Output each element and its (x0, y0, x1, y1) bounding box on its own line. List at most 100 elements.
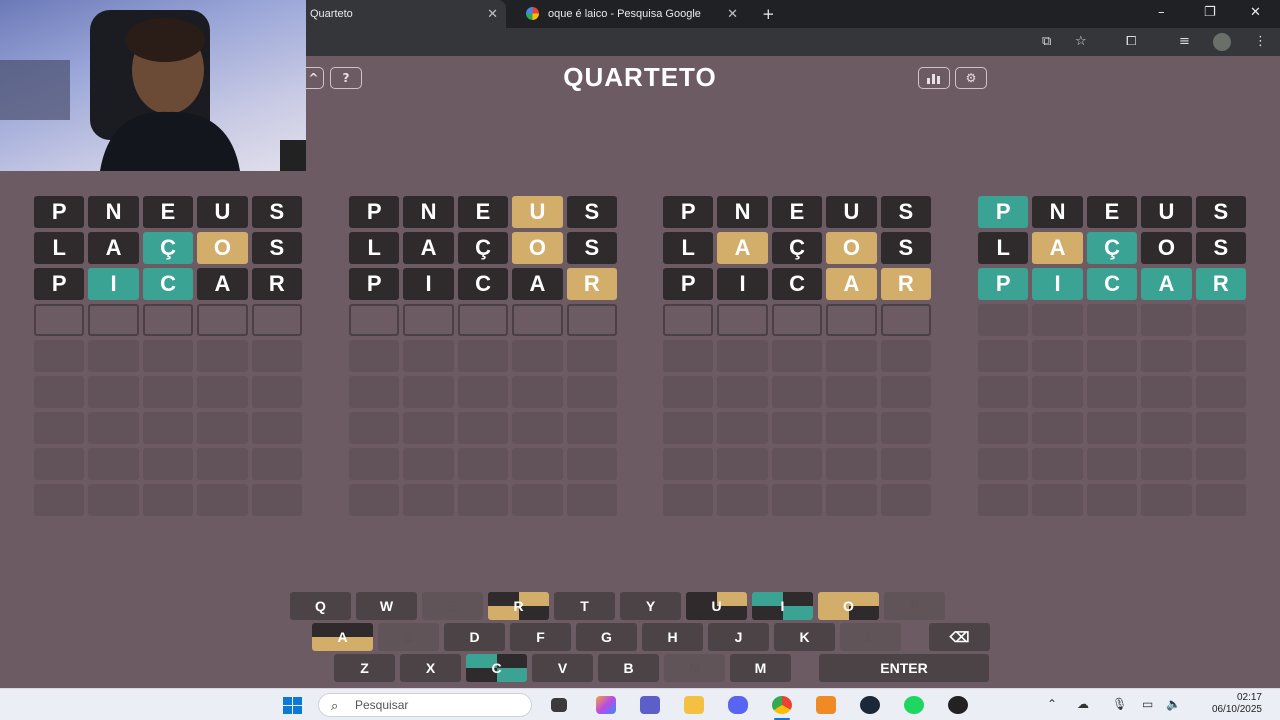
board-row: PNEUS (978, 196, 1247, 228)
teams-icon[interactable] (640, 696, 660, 714)
key-r[interactable]: R (488, 592, 549, 620)
letter-tile: O (826, 232, 877, 264)
key-label: I (780, 598, 785, 614)
key-h[interactable]: H (642, 623, 703, 651)
empty-tile (717, 448, 768, 480)
chevron-up-icon[interactable]: ⌃ (1047, 697, 1057, 711)
chrome-icon[interactable] (772, 696, 792, 714)
tab-google-search[interactable]: oque é laico - Pesquisa Google ✕ (516, 0, 746, 28)
current-input-tile (512, 304, 563, 336)
page-title: QUARTETO (563, 62, 717, 92)
settings-button[interactable]: ⚙ (955, 67, 987, 89)
onedrive-icon[interactable]: ☁ (1077, 697, 1089, 711)
key-label: E (447, 598, 458, 614)
key-s[interactable]: S (378, 623, 439, 651)
profile-avatar[interactable] (1213, 33, 1231, 51)
key-q[interactable]: Q (290, 592, 351, 620)
current-input-tile (771, 304, 823, 336)
system-clock[interactable]: 02:17 06/10/2025 (1212, 692, 1262, 716)
media-icon[interactable]: ≡ (1179, 34, 1190, 50)
empty-tile (142, 448, 194, 480)
empty-tile (457, 448, 509, 480)
close-icon[interactable]: ✕ (1250, 5, 1261, 20)
key-o[interactable]: O (818, 592, 879, 620)
key-n[interactable]: N (664, 654, 725, 682)
key-c[interactable]: C (466, 654, 527, 682)
empty-tile (349, 484, 400, 516)
copilot-icon[interactable] (596, 696, 616, 714)
empty-tile (349, 448, 400, 480)
minimize-icon[interactable]: – (1158, 5, 1165, 20)
letter-tile: U (512, 196, 563, 228)
empty-tile (457, 412, 509, 444)
install-icon[interactable]: ⧉ (1042, 34, 1051, 50)
key-board-status (752, 606, 783, 620)
key-g[interactable]: G (576, 623, 637, 651)
key-j[interactable]: J (708, 623, 769, 651)
backspace-key[interactable]: ⌫ (929, 623, 990, 651)
app-icon[interactable] (816, 696, 836, 714)
board-row (349, 448, 618, 480)
stats-icon (927, 74, 940, 84)
board-row (34, 448, 303, 480)
spotify-icon[interactable] (904, 696, 924, 714)
steam-icon[interactable] (860, 696, 880, 714)
microphone-icon[interactable]: 🎙 (1112, 697, 1127, 711)
key-label: L (866, 629, 875, 645)
empty-tile (403, 484, 454, 516)
stats-button[interactable] (918, 67, 950, 89)
key-p[interactable]: P (884, 592, 945, 620)
key-e[interactable]: E (422, 592, 483, 620)
game-board-4: PNEUSLAÇOSPICAR (978, 196, 1247, 520)
keyboard-row: Z X C V B N M ENTER (0, 654, 1280, 682)
network-icon[interactable]: ▭ (1142, 697, 1153, 711)
app-icon[interactable] (948, 696, 968, 714)
key-t[interactable]: T (554, 592, 615, 620)
key-label: P (909, 598, 920, 614)
key-w[interactable]: W (356, 592, 417, 620)
key-m[interactable]: M (730, 654, 791, 682)
letter-tile: S (880, 232, 932, 264)
empty-tile (457, 376, 509, 408)
bookmark-star-icon[interactable]: ☆ (1075, 34, 1087, 50)
empty-tile (142, 376, 194, 408)
file-explorer-icon[interactable] (684, 696, 704, 714)
key-v[interactable]: V (532, 654, 593, 682)
task-view-icon[interactable] (551, 698, 567, 712)
discord-icon[interactable] (728, 696, 748, 714)
key-u[interactable]: U (686, 592, 747, 620)
board-row (663, 340, 932, 372)
key-b[interactable]: B (598, 654, 659, 682)
plus-icon[interactable]: + (762, 5, 775, 23)
volume-icon[interactable]: 🔈 (1166, 697, 1181, 711)
empty-tile (34, 448, 85, 480)
tab-quarteto[interactable]: Quarteto ✕ (300, 0, 506, 28)
key-k[interactable]: K (774, 623, 835, 651)
close-tab-icon[interactable]: ✕ (487, 6, 498, 22)
key-board-status (782, 592, 813, 606)
key-label: J (734, 629, 743, 645)
extensions-icon[interactable]: ⧠ (1126, 34, 1136, 50)
letter-tile: P (34, 268, 85, 300)
key-l[interactable]: L (840, 623, 901, 651)
close-tab-icon[interactable]: ✕ (727, 6, 738, 22)
key-z[interactable]: Z (334, 654, 395, 682)
enter-key[interactable]: ENTER (819, 654, 989, 682)
key-y[interactable]: Y (620, 592, 681, 620)
board-row (349, 412, 618, 444)
key-a[interactable]: A (312, 623, 373, 651)
menu-icon[interactable]: ⋮ (1254, 34, 1267, 50)
key-f[interactable]: F (510, 623, 571, 651)
key-i[interactable]: I (752, 592, 813, 620)
key-d[interactable]: D (444, 623, 505, 651)
empty-tile (251, 412, 303, 444)
letter-tile: C (457, 268, 509, 300)
windows-start-icon[interactable] (283, 697, 303, 715)
empty-tile (978, 484, 1029, 516)
key-label: O (843, 598, 854, 614)
key-x[interactable]: X (400, 654, 461, 682)
taskbar-search[interactable]: ⌕ Pesquisar (318, 693, 532, 717)
empty-tile (1141, 340, 1192, 372)
restore-icon[interactable]: ❐ (1204, 5, 1216, 20)
board-row: LAÇOS (663, 232, 932, 264)
